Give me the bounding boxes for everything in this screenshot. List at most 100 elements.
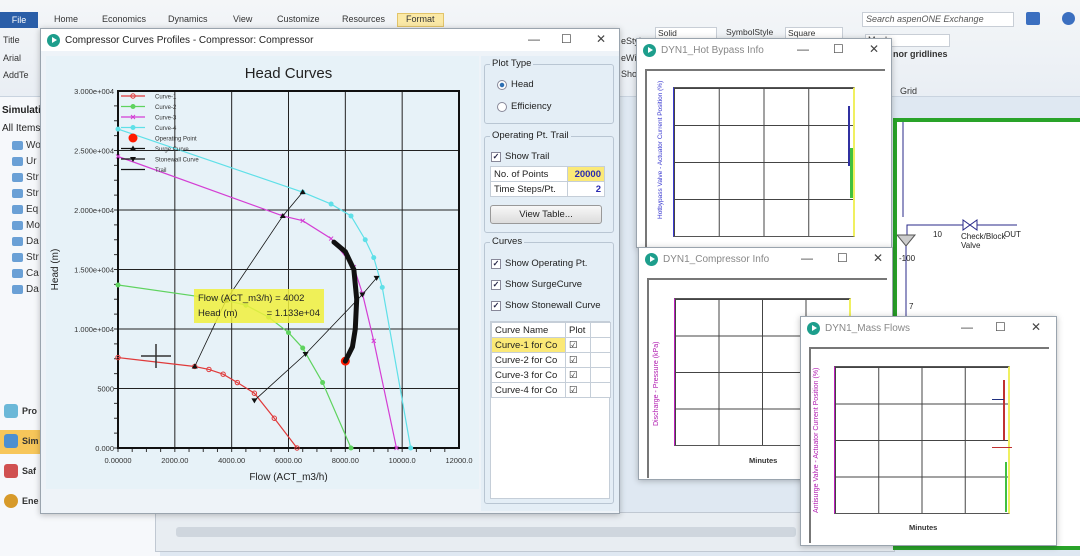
trend-plot[interactable] [673,87,855,237]
mass-flows-window[interactable]: DYN1_Mass Flows — ☐ ✕ Antisurge Valve - Ac… [800,316,1057,546]
close-button[interactable]: ✕ [869,42,879,56]
trend-line [992,399,1004,400]
curve-name[interactable]: Curve-3 for Co [490,367,567,383]
curve-name[interactable]: Curve-1 for Co [490,337,567,353]
tree-item[interactable]: Eq [4,204,38,215]
checkbox-label: Show Trail [505,151,550,162]
tab-format[interactable]: Format [397,13,444,27]
close-button[interactable]: ✕ [1031,320,1041,334]
trail-settings-table: No. of Points 20000 Time Steps/Pt. 2 [490,166,606,197]
tree-item[interactable]: Str [4,252,39,263]
curve-name[interactable]: Curve-2 for Co [490,352,567,368]
curve-table: Curve Name Plot Curve-1 for Co ☑ Curve-2 f… [490,322,611,398]
stream-label[interactable]: 7 [909,302,913,311]
plot-checkbox[interactable]: ☑ [565,352,591,368]
maximize-button[interactable]: ☐ [833,42,844,56]
tree-item[interactable]: Da [4,284,39,295]
y-tick-label: 5000 [97,385,114,394]
minimize-button[interactable]: — [961,320,973,334]
minimize-button[interactable]: — [797,42,809,56]
table-row[interactable]: Curve-4 for Co ☑ [490,382,611,398]
file-tab[interactable]: File [0,12,38,28]
show-stonewall-checkbox[interactable]: ✓ Show Stonewall Curve [491,300,601,311]
show-trail-checkbox[interactable]: ✓ Show Trail [491,151,549,162]
nav-safety[interactable]: Saf [0,460,40,484]
time-steps-input[interactable]: 2 [566,181,606,197]
column-header[interactable]: Curve Name [490,322,567,338]
tree-item[interactable]: Wo [4,140,41,151]
maximize-button[interactable]: ☐ [995,320,1006,334]
tree-item[interactable]: Ur [4,156,37,167]
radio-efficiency[interactable]: Efficiency [497,101,551,112]
legend-label: Curve-4 [155,126,177,132]
horizontal-scrollbar[interactable] [176,527,796,537]
nav-simulation[interactable]: Sim [0,430,40,454]
nav-properties[interactable]: Pro [0,400,40,424]
legend-label: Curve-1 [155,95,177,101]
add-text-button[interactable]: AddTe [3,70,29,80]
head-curves-chart[interactable]: Head Curves 0.00000 2000.00 4000.00 6000.00 8… [46,56,479,489]
hot-bypass-info-window[interactable]: DYN1_Hot Bypass Info — ☐ ✕ Hotbypass Valve… [636,38,892,248]
minimize-button[interactable]: — [801,251,813,265]
crosshair-cursor-icon [141,344,171,368]
checkbox-label: Show Stonewall Curve [505,300,601,311]
tab-customize[interactable]: Customize [277,14,320,28]
trend-line [1005,462,1007,512]
radio-label: Head [511,79,534,90]
tab-home[interactable]: Home [54,14,78,28]
tree-item[interactable]: Ca [4,268,39,279]
minimize-button[interactable]: — [528,32,540,46]
title-bar[interactable]: DYN1_Mass Flows [801,317,1056,339]
search-input[interactable]: Search aspenONE Exchange [862,12,1014,27]
maximize-button[interactable]: ☐ [561,32,572,46]
stream-label[interactable]: OUT [1004,230,1021,239]
help-icon[interactable] [1062,12,1075,25]
tree-item[interactable]: Mo [4,220,40,231]
style-title[interactable]: Title [3,35,20,45]
tab-resources[interactable]: Resources [342,14,385,28]
unit-label[interactable]: -100 [899,254,915,263]
minor-gridlines-option[interactable]: nor gridlines [893,49,948,59]
radio-head[interactable]: Head [497,79,534,90]
workspace-scroll-area [155,512,895,552]
points-input[interactable]: 20000 [566,166,606,182]
trend-plot[interactable] [834,366,1012,514]
show-surge-curve-checkbox[interactable]: ✓ Show SurgeCurve [491,279,582,290]
legend-label: Curve-2 [155,105,177,111]
close-button[interactable]: ✕ [873,251,883,265]
table-row[interactable]: Curve-3 for Co ☑ [490,367,611,383]
maximize-button[interactable]: ☐ [837,251,848,265]
tree-item[interactable]: Str [4,172,39,183]
table-row[interactable]: Curve-2 for Co ☑ [490,352,611,368]
y-tick-label: 2.500e+004 [74,147,114,156]
compressor-curves-window[interactable]: Compressor Curves Profiles - Compressor:… [40,28,620,514]
plot-checkbox[interactable]: ☑ [565,367,591,383]
stream-label[interactable]: 10 [933,230,942,239]
data-point [115,282,121,288]
view-table-button[interactable]: View Table... [490,205,602,224]
tab-economics[interactable]: Economics [102,14,146,28]
filter-select[interactable]: All Items [2,123,40,134]
title-bar[interactable]: DYN1_Hot Bypass Info [637,39,891,61]
mixer-icon[interactable] [897,234,917,247]
plot-checkbox[interactable]: ☑ [565,382,591,398]
table-row[interactable]: Curve-1 for Co ☑ [490,337,611,353]
tree-item[interactable]: Da [4,236,39,247]
valve-icon[interactable] [962,219,978,231]
curve-name[interactable]: Curve-4 for Co [490,382,567,398]
plot-checkbox[interactable]: ☑ [565,337,591,353]
folder-icon [12,268,23,278]
y-tick-label: 3.000e+004 [74,87,114,96]
tab-view[interactable]: View [233,14,252,28]
close-button[interactable]: ✕ [596,32,606,46]
x-tick-label: 4000.00 [218,456,245,465]
tooltip-head-label: Head (m) [198,308,238,319]
nav-energy[interactable]: Ene [0,490,40,514]
tab-dynamics[interactable]: Dynamics [168,14,208,28]
font-select[interactable]: Arial [3,53,21,63]
column-header[interactable]: Plot [565,322,591,338]
title-bar[interactable]: DYN1_Compressor Info [639,248,892,270]
tree-item[interactable]: Str [4,188,39,199]
search-icon[interactable] [1026,12,1040,25]
show-operating-pt-checkbox[interactable]: ✓ Show Operating Pt. [491,258,587,269]
